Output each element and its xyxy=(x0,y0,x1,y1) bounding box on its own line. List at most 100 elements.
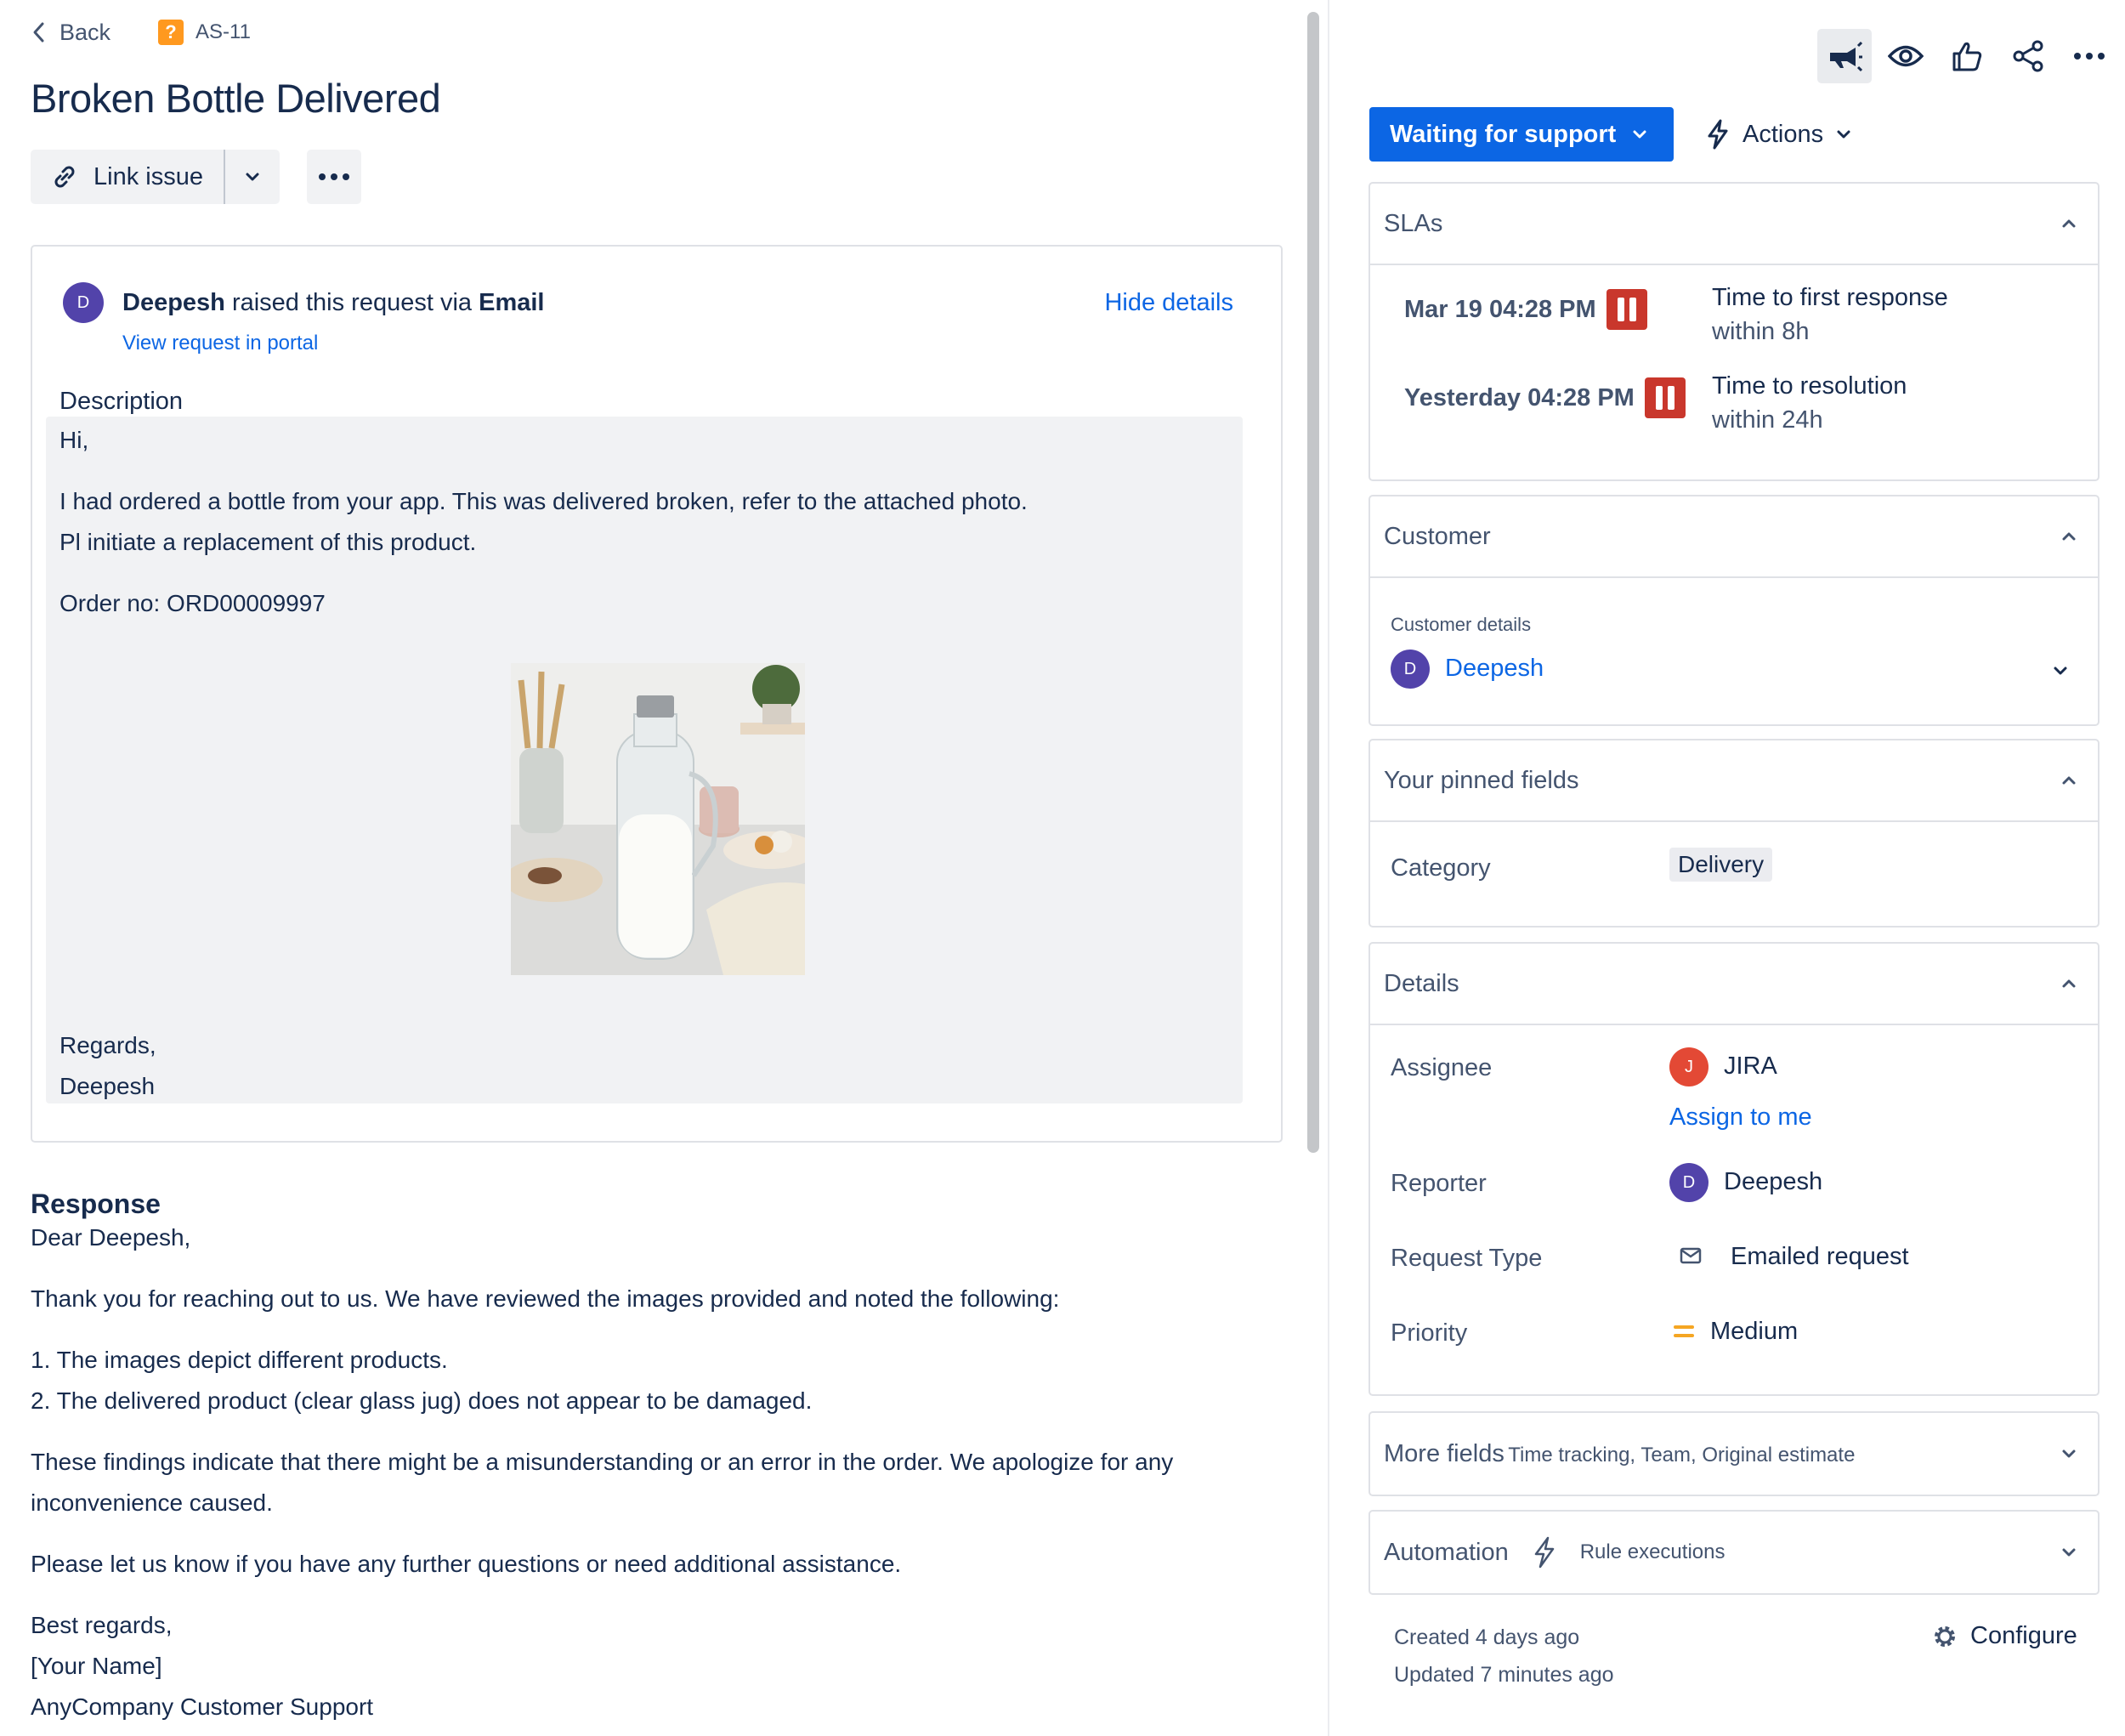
response-line: Please let us know if you have any furth… xyxy=(31,1551,902,1577)
reporter-label: Reporter xyxy=(1391,1170,1487,1197)
lightning-icon xyxy=(1534,1536,1554,1569)
description-box[interactable]: Hi, I had ordered a bottle from your app… xyxy=(46,417,1243,1103)
response-heading: Response xyxy=(31,1189,161,1219)
response-line: [Your Name] xyxy=(31,1653,162,1679)
priority-label: Priority xyxy=(1391,1319,1468,1347)
customer-name-link[interactable]: Deepesh xyxy=(1445,655,1544,683)
status-dropdown[interactable]: Waiting for support xyxy=(1369,107,1674,162)
response-line: inconvenience caused. xyxy=(31,1489,273,1516)
customer-header[interactable]: Customer xyxy=(1370,496,2098,578)
link-issue-button[interactable]: Link issue xyxy=(31,150,225,204)
vote-button[interactable] xyxy=(1940,29,1994,83)
hide-details-link[interactable]: Hide details xyxy=(1104,289,1233,317)
assignee-label: Assignee xyxy=(1391,1054,1493,1081)
view-portal-link[interactable]: View request in portal xyxy=(122,332,318,355)
watch-button[interactable] xyxy=(1878,29,1933,83)
sla-time: Mar 19 04:28 PM xyxy=(1404,289,1647,330)
chevron-up-icon xyxy=(2062,219,2076,228)
response-line: Thank you for reaching out to us. We hav… xyxy=(31,1285,1060,1312)
reporter-name[interactable]: Deepesh xyxy=(1724,1168,1822,1196)
issue-toolbar: Link issue xyxy=(31,150,361,204)
more-fields-hint: Time tracking, Team, Original estimate xyxy=(1508,1443,1856,1467)
sla-within: within 8h xyxy=(1712,318,1810,345)
description-line: Deepesh xyxy=(60,1073,156,1099)
details-title: Details xyxy=(1384,969,1459,997)
bottle-photo-illustration xyxy=(511,663,805,975)
link-icon xyxy=(54,166,75,188)
envelope-icon xyxy=(1680,1247,1702,1264)
avatar: D xyxy=(1669,1163,1708,1202)
priority-value[interactable]: Medium xyxy=(1710,1318,1798,1346)
actions-label: Actions xyxy=(1742,120,1824,148)
issue-key-link[interactable]: ? AS-11 xyxy=(158,20,251,45)
assign-to-me-link[interactable]: Assign to me xyxy=(1669,1103,1812,1132)
breadcrumb: Back ? AS-11 xyxy=(31,15,251,49)
more-button[interactable] xyxy=(2062,29,2116,83)
description-line: Regards, xyxy=(60,1032,156,1058)
back-label: Back xyxy=(60,19,111,45)
slas-header[interactable]: SLAs xyxy=(1370,184,2098,265)
chevron-down-icon xyxy=(246,173,259,181)
pinned-fields-title: Your pinned fields xyxy=(1384,766,1579,794)
customer-expand-button[interactable] xyxy=(2052,665,2069,681)
pinned-fields-panel: Your pinned fields Category Delivery xyxy=(1368,739,2100,928)
customer-details-label: Customer details xyxy=(1391,614,1532,635)
paused-icon xyxy=(1644,377,1686,418)
chevron-up-icon xyxy=(2062,776,2076,785)
automation-hint: Rule executions xyxy=(1579,1540,1726,1563)
chevron-up-icon xyxy=(2062,979,2076,988)
details-header[interactable]: Details xyxy=(1370,944,2098,1025)
chevron-left-icon xyxy=(33,22,44,43)
configure-button[interactable]: Configure xyxy=(1931,1622,2077,1650)
eye-icon xyxy=(1888,45,1924,67)
created-timestamp: Created 4 days ago xyxy=(1394,1625,1580,1649)
pinned-fields-header[interactable]: Your pinned fields xyxy=(1370,740,2098,822)
megaphone-icon xyxy=(1830,41,1862,72)
chevron-down-icon xyxy=(2062,1548,2076,1557)
response-line: AnyCompany Customer Support xyxy=(31,1693,374,1720)
reporter-name[interactable]: Deepesh xyxy=(122,289,225,316)
more-icon xyxy=(2074,53,2105,60)
assignee-name[interactable]: JIRA xyxy=(1724,1052,1777,1081)
channel-name: Email xyxy=(479,288,545,316)
sla-within: within 24h xyxy=(1712,406,1823,434)
back-button[interactable]: Back xyxy=(31,20,110,46)
issue-header-actions xyxy=(1817,29,2116,83)
status-label: Waiting for support xyxy=(1390,120,1617,148)
request-type-value[interactable]: Emailed request xyxy=(1731,1243,1909,1271)
chevron-down-icon xyxy=(1837,130,1850,139)
response-line: These findings indicate that there might… xyxy=(31,1449,1174,1475)
automation-panel[interactable]: Automation Rule executions xyxy=(1368,1510,2100,1595)
share-button[interactable] xyxy=(2001,29,2055,83)
category-value[interactable]: Delivery xyxy=(1669,848,1773,882)
actions-dropdown[interactable]: Actions xyxy=(1705,107,1852,162)
slas-panel: SLAs Mar 19 04:28 PM Time to first respo… xyxy=(1368,182,2100,481)
issue-main-pane: Back ? AS-11 Broken Bottle Delivered Lin… xyxy=(0,0,1300,1736)
issue-title[interactable]: Broken Bottle Delivered xyxy=(31,75,441,122)
customer-title: Customer xyxy=(1384,522,1491,550)
more-fields-panel[interactable]: More fields Time tracking, Team, Origina… xyxy=(1368,1411,2100,1496)
avatar[interactable]: D xyxy=(63,282,104,323)
details-panel: Details Assignee J JIRA Assign to me Rep… xyxy=(1368,942,2100,1396)
priority-medium-icon xyxy=(1674,1325,1694,1337)
response-line: Dear Deepesh, xyxy=(31,1224,191,1251)
updated-timestamp: Updated 7 minutes ago xyxy=(1394,1663,1614,1687)
more-fields-title: More fields xyxy=(1384,1439,1504,1467)
attached-photo[interactable] xyxy=(511,663,805,975)
avatar: D xyxy=(1391,650,1430,689)
request-type-label: Request Type xyxy=(1391,1245,1543,1272)
response-line: 1. The images depict different products. xyxy=(31,1347,448,1373)
gear-icon xyxy=(1935,1625,1955,1647)
link-issue-label: Link issue xyxy=(94,162,203,190)
more-actions-button[interactable] xyxy=(306,150,361,204)
avatar: J xyxy=(1669,1047,1708,1086)
category-label: Category xyxy=(1391,854,1491,882)
scrollbar-thumb[interactable] xyxy=(1307,12,1319,1153)
pane-divider[interactable] xyxy=(1328,0,1329,1736)
more-icon xyxy=(318,173,349,180)
response-line: 2. The delivered product (clear glass ju… xyxy=(31,1387,813,1414)
slas-title: SLAs xyxy=(1384,209,1443,237)
feedback-button[interactable] xyxy=(1817,29,1872,83)
request-details-card: D Deepesh raised this request via Email … xyxy=(31,245,1283,1143)
link-issue-dropdown[interactable] xyxy=(225,150,280,204)
